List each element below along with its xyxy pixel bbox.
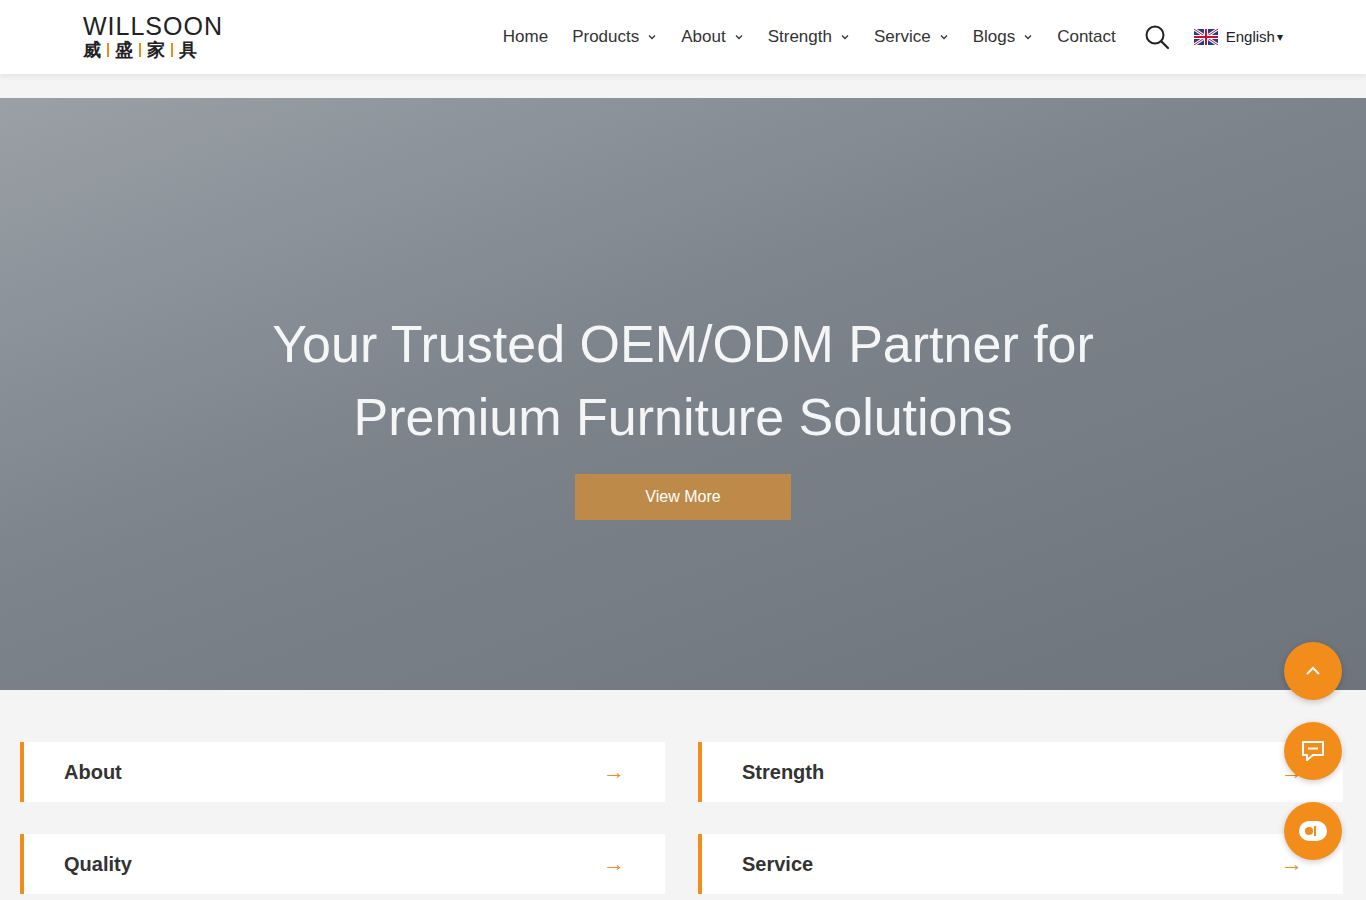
chat-button[interactable] <box>1284 722 1342 780</box>
nav-item[interactable]: Contact <box>1057 27 1116 47</box>
link-card[interactable]: Strength→ <box>698 742 1343 802</box>
nav-item[interactable]: Service <box>874 27 949 47</box>
back-to-top-button[interactable] <box>1284 642 1342 700</box>
logo[interactable]: WILLSOON威盛家具 <box>83 14 223 61</box>
hero-headline: Your Trusted OEM/ODM Partner forPremium … <box>272 308 1094 454</box>
link-card[interactable]: Quality→ <box>20 834 665 894</box>
page: WILLSOON威盛家具 Home Products About Strength Ser… <box>0 0 1366 900</box>
hero-banner: Your Trusted OEM/ODM Partner forPremium … <box>0 98 1366 690</box>
main-nav: Home Products About Strength Service Blogs Con… <box>503 24 1283 50</box>
nav-item[interactable]: About <box>681 27 743 47</box>
chevron-down-icon <box>647 32 657 42</box>
search-icon[interactable] <box>1144 24 1170 50</box>
arrow-right-icon: → <box>603 759 625 785</box>
logo-separator <box>107 43 109 57</box>
arrow-right-icon: → <box>603 851 625 877</box>
chevron-down-icon <box>734 32 744 42</box>
logo-char: 具 <box>179 41 197 61</box>
logo-char: 盛 <box>115 41 133 61</box>
link-card[interactable]: Service→ <box>698 834 1343 894</box>
quick-links: About→ Strength→ Quality→ Service→ <box>0 690 1366 894</box>
chat-bubble-icon <box>1299 738 1327 764</box>
chevron-down-icon <box>939 32 949 42</box>
nav-item[interactable]: Blogs <box>973 27 1034 47</box>
message-icon <box>1296 818 1330 844</box>
site-header: WILLSOON威盛家具 Home Products About Strength Ser… <box>0 0 1366 74</box>
nav-item[interactable]: Strength <box>768 27 850 47</box>
uk-flag-icon <box>1194 29 1218 45</box>
logo-separator <box>171 43 173 57</box>
logo-char: 威 <box>83 41 101 61</box>
nav-item[interactable]: Products <box>572 27 657 47</box>
logo-chinese: 威盛家具 <box>83 41 197 61</box>
logo-separator <box>139 43 141 57</box>
floating-actions <box>1284 642 1342 860</box>
nav-item[interactable]: Home <box>503 27 548 47</box>
link-card[interactable]: About→ <box>20 742 665 802</box>
chevron-up-icon <box>1302 660 1324 682</box>
language-selector[interactable]: English▾ <box>1194 28 1283 45</box>
message-button[interactable] <box>1284 802 1342 860</box>
chevron-down-icon <box>840 32 850 42</box>
view-more-button[interactable]: View More <box>575 474 790 520</box>
logo-char: 家 <box>147 41 165 61</box>
logo-wordmark: WILLSOON <box>83 14 223 39</box>
chevron-down-icon <box>1023 32 1033 42</box>
